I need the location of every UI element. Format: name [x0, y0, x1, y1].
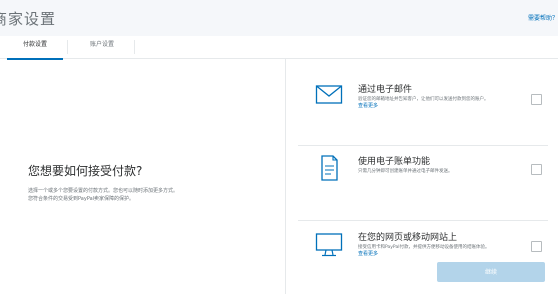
option-checkbox[interactable] — [531, 164, 542, 175]
option-title: 通过电子邮件 — [358, 85, 413, 95]
tab-payment-settings[interactable]: 付款设置 — [7, 36, 63, 60]
option-title: 使用电子账单功能 — [358, 157, 431, 167]
tab-divider — [134, 40, 135, 54]
envelope-icon — [315, 84, 343, 112]
tab-bar: 付款设置 账户设置 — [0, 36, 558, 60]
help-link[interactable]: 需要帮助？ — [528, 13, 558, 22]
payment-options: 通过电子邮件 验证您的邮箱地址并告知客户，让他们可以发送付款到您的账户。 查看更… — [285, 58, 558, 294]
tab-divider — [67, 40, 68, 54]
option-description-text: 只需几分钟即可创建账单并通过电子邮件发送。 — [358, 169, 453, 174]
option-checkbox[interactable] — [531, 241, 542, 252]
settings-card: 付款设置 账户设置 您想要如何接受付款? 选择一个或多个您要设置的付款方式。您也… — [0, 36, 558, 294]
main-description: 选择一个或多个您要设置的付款方式。您也可以随时添加更多方式。 您符合条件的交易受… — [28, 187, 268, 203]
page-header: 商家设置 需要帮助？ — [0, 0, 558, 36]
option-description-text: 验证您的邮箱地址并告知客户，让他们可以发送付款到您的账户。 — [358, 97, 489, 102]
tab-account-settings[interactable]: 账户设置 — [74, 36, 130, 58]
main-heading: 您想要如何接受付款? — [28, 164, 143, 178]
option-description: 接受信用卡和PayPal付款，并提供方便移动设备使用的结账体验。 查看更多 — [358, 244, 508, 258]
monitor-icon — [315, 232, 343, 260]
option-description: 只需几分钟即可创建账单并通过电子邮件发送。 — [358, 168, 508, 175]
main-description-line: 您符合条件的交易受到PayPal卖家保障的保护。 — [28, 196, 135, 202]
option-title: 在您的网页或移动网站上 — [358, 233, 458, 243]
document-icon — [315, 154, 343, 182]
main-description-line: 选择一个或多个您要设置的付款方式。您也可以随时添加更多方式。 — [28, 188, 179, 194]
option-invoice[interactable]: 使用电子账单功能 只需几分钟即可创建账单并通过电子邮件发送。 — [298, 154, 548, 210]
option-email[interactable]: 通过电子邮件 验证您的邮箱地址并告知客户，让他们可以发送付款到您的账户。 查看更… — [298, 82, 548, 138]
see-more-link[interactable]: 查看更多 — [358, 251, 508, 258]
option-divider — [298, 220, 548, 221]
option-description: 验证您的邮箱地址并告知客户，让他们可以发送付款到您的账户。 查看更多 — [358, 96, 508, 110]
see-more-link[interactable]: 查看更多 — [358, 103, 508, 110]
page-title: 商家设置 — [0, 10, 57, 28]
option-checkbox[interactable] — [531, 94, 542, 105]
continue-button[interactable]: 继续 — [437, 262, 545, 282]
option-description-text: 接受信用卡和PayPal付款，并提供方便移动设备使用的结账体验。 — [358, 245, 490, 250]
option-divider — [298, 145, 548, 146]
